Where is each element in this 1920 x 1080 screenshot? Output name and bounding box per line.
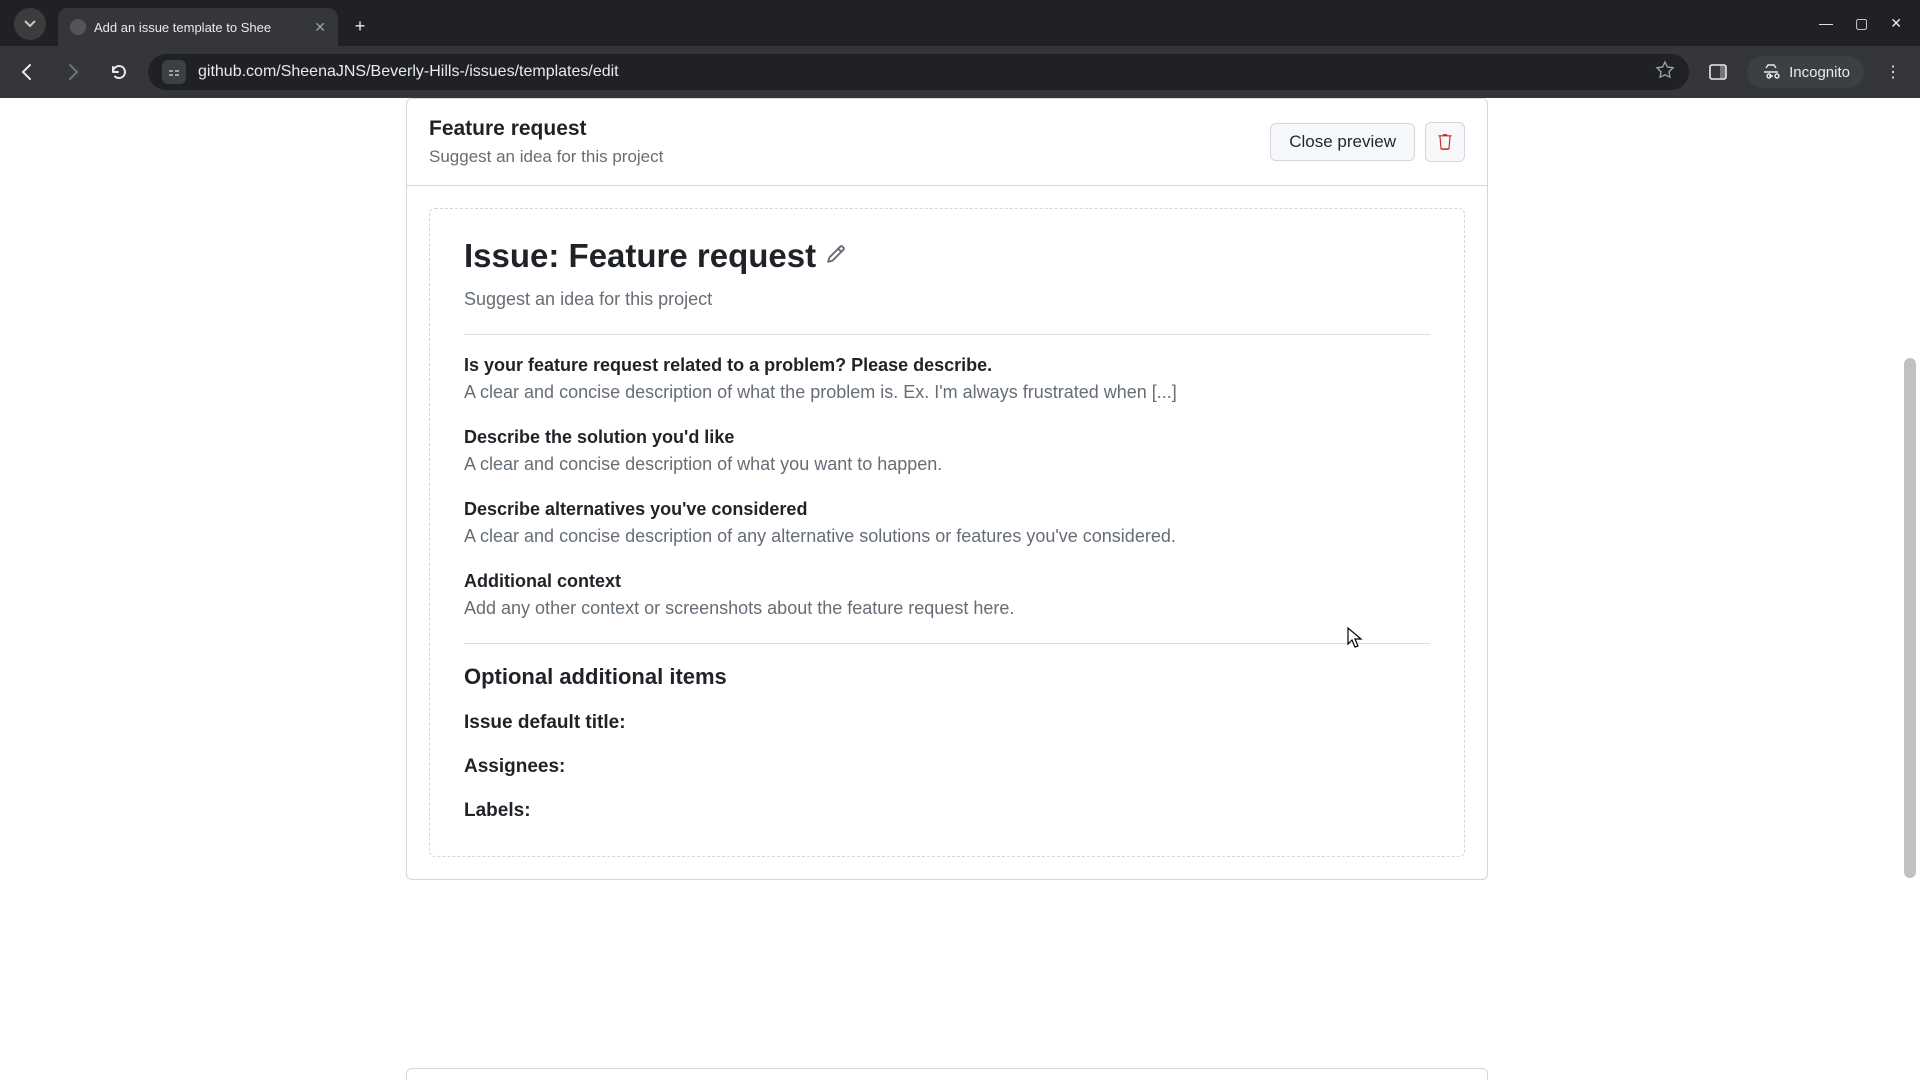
field-question: Describe alternatives you've considered <box>464 499 1430 520</box>
browser-toolbar: github.com/SheenaJNS/Beverly-Hills-/issu… <box>0 46 1920 98</box>
template-subtitle: Suggest an idea for this project <box>429 147 1270 167</box>
labels-label: Labels: <box>464 800 1430 822</box>
field-answer: Add any other context or screenshots abo… <box>464 598 1430 619</box>
incognito-icon <box>1761 62 1781 82</box>
card-header: Feature request Suggest an idea for this… <box>407 99 1487 186</box>
incognito-indicator[interactable]: Incognito <box>1747 56 1864 88</box>
address-bar[interactable]: github.com/SheenaJNS/Beverly-Hills-/issu… <box>148 54 1689 90</box>
pencil-icon <box>826 244 846 264</box>
field-additional-context: Additional context Add any other context… <box>464 571 1430 619</box>
separator <box>464 334 1430 335</box>
template-card: Feature request Suggest an idea for this… <box>406 98 1488 880</box>
field-problem: Is your feature request related to a pro… <box>464 355 1430 403</box>
field-question: Is your feature request related to a pro… <box>464 355 1430 376</box>
field-question: Additional context <box>464 571 1430 592</box>
maximize-button[interactable]: ▢ <box>1855 15 1868 32</box>
field-alternatives: Describe alternatives you've considered … <box>464 499 1430 547</box>
field-solution: Describe the solution you'd like A clear… <box>464 427 1430 475</box>
window-controls: — ▢ ✕ <box>1819 15 1920 46</box>
issue-subtitle: Suggest an idea for this project <box>464 289 1430 310</box>
field-question: Describe the solution you'd like <box>464 427 1430 448</box>
tab-title: Add an issue template to Shee <box>94 20 306 35</box>
assignees-label: Assignees: <box>464 756 1430 778</box>
page-viewport: Feature request Suggest an idea for this… <box>0 98 1920 1080</box>
back-button[interactable] <box>10 55 44 89</box>
site-info-button[interactable] <box>162 60 186 84</box>
preview-box: Issue: Feature request Suggest an idea f… <box>429 208 1465 857</box>
incognito-label: Incognito <box>1789 64 1850 81</box>
optional-items-heading: Optional additional items <box>464 664 1430 690</box>
tab-close-icon[interactable]: ✕ <box>314 19 326 36</box>
field-answer: A clear and concise description of what … <box>464 454 1430 475</box>
reload-button[interactable] <box>102 55 136 89</box>
tab-favicon <box>70 19 86 35</box>
template-title: Feature request <box>429 117 1270 141</box>
close-window-button[interactable]: ✕ <box>1890 15 1902 32</box>
default-title-label: Issue default title: <box>464 712 1430 734</box>
next-card-peek <box>406 1068 1488 1080</box>
separator <box>464 643 1430 644</box>
edit-title-button[interactable] <box>826 244 846 269</box>
bookmark-star-icon[interactable] <box>1655 60 1675 85</box>
close-preview-button[interactable]: Close preview <box>1270 123 1415 161</box>
new-tab-button[interactable]: + <box>346 12 374 40</box>
issue-title: Issue: Feature request <box>464 237 816 275</box>
browser-tab[interactable]: Add an issue template to Shee ✕ <box>58 8 338 46</box>
delete-template-button[interactable] <box>1425 122 1465 162</box>
scrollbar-track[interactable] <box>1904 98 1918 1080</box>
trash-icon <box>1436 133 1454 151</box>
tab-search-button[interactable] <box>14 8 46 40</box>
side-panel-button[interactable] <box>1701 55 1735 89</box>
forward-button[interactable] <box>56 55 90 89</box>
browser-titlebar: Add an issue template to Shee ✕ + — ▢ ✕ <box>0 0 1920 46</box>
browser-menu-button[interactable]: ⋮ <box>1876 55 1910 89</box>
scrollbar-thumb[interactable] <box>1904 358 1916 878</box>
minimize-button[interactable]: — <box>1819 15 1833 32</box>
field-answer: A clear and concise description of any a… <box>464 526 1430 547</box>
url-text: github.com/SheenaJNS/Beverly-Hills-/issu… <box>198 63 1643 81</box>
field-answer: A clear and concise description of what … <box>464 382 1430 403</box>
